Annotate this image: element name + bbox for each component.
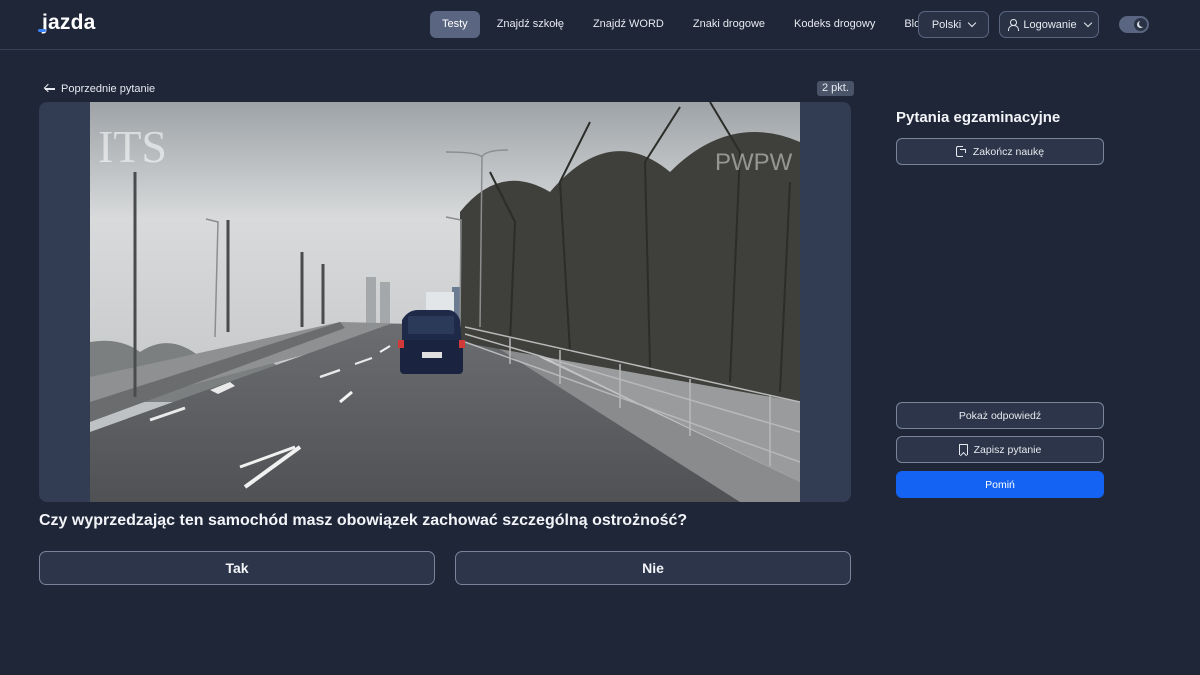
save-question-label: Zapisz pytanie [973,443,1042,456]
show-answer-button[interactable]: Pokaż odpowiedź [896,402,1104,429]
save-question-button[interactable]: Zapisz pytanie [896,436,1104,463]
user-icon [1007,19,1020,31]
question-media-frame: ITS PWPW [39,102,851,502]
chevron-down-icon [1083,18,1092,28]
points-badge: 2 pkt. [817,81,854,96]
show-answer-label: Pokaż odpowiedź [958,409,1042,422]
nav-item-znajdz-word[interactable]: Znajdź WORD [581,11,676,38]
question-text: Czy wyprzedzając ten samochód masz obowi… [39,512,688,529]
its-watermark: ITS [98,121,167,172]
answer-no-button[interactable]: Nie [455,551,851,585]
answer-yes-button[interactable]: Tak [39,551,435,585]
top-navbar: jazda Testy Znajdź szkołę Znajdź WORD Zn… [0,0,1200,50]
chevron-down-icon [967,18,977,28]
nav-item-kodeks-drogowy[interactable]: Kodeks drogowy [782,11,887,38]
nav-item-znajdz-szkole[interactable]: Znajdź szkołę [485,11,576,38]
skip-button[interactable]: Pomiń [896,471,1104,498]
logo[interactable]: jazda [38,11,96,35]
nav-item-testy[interactable]: Testy [430,11,480,38]
bookmark-icon [958,444,968,455]
finish-learning-label: Zakończ naukę [972,145,1045,158]
skip-label: Pomiń [985,478,1015,491]
question-video[interactable]: ITS PWPW [90,102,800,502]
previous-question-label: Poprzednie pytanie [61,83,156,95]
exit-icon [955,146,967,157]
logo-text: jazda [38,11,96,34]
login-label: Logowanie [1023,18,1077,31]
login-dropdown[interactable]: Logowanie [999,11,1099,38]
previous-question-link[interactable]: Poprzednie pytanie [45,81,155,97]
pwpw-watermark: PWPW [715,149,793,176]
theme-toggle[interactable] [1119,16,1149,33]
main-nav: Testy Znajdź szkołę Znajdź WORD Znaki dr… [430,11,943,38]
finish-learning-button[interactable]: Zakończ naukę [896,138,1104,165]
language-dropdown[interactable]: Polski [918,11,989,38]
moon-icon [1139,20,1146,27]
nav-item-znaki-drogowe[interactable]: Znaki drogowe [681,11,777,38]
sidebar-title: Pytania egzaminacyjne [896,109,1061,126]
arrow-left-icon [45,84,55,94]
language-label: Polski [931,18,962,31]
toggle-knob [1134,18,1147,31]
road-scene-image: ITS PWPW [90,102,800,502]
